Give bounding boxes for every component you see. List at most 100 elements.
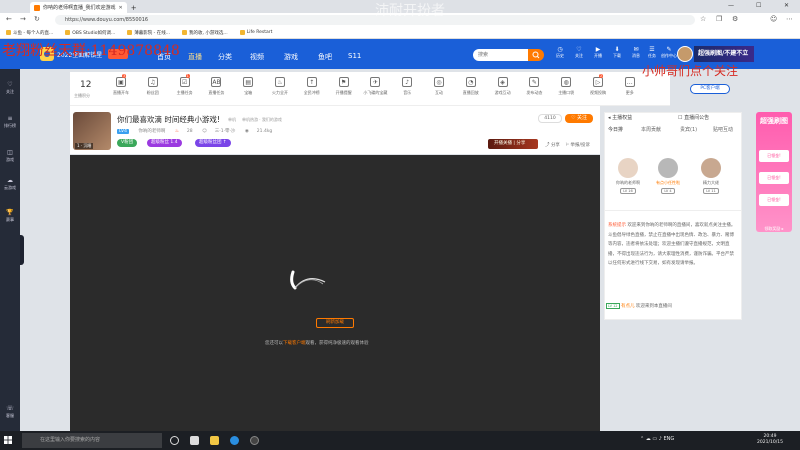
close-tab-icon[interactable]: ✕ (119, 5, 123, 11)
obs-icon[interactable] (250, 436, 259, 445)
sidebar-item-service[interactable]: ☏ 客服 (0, 405, 20, 419)
rank-item[interactable]: 精力大佬 LV 11 (697, 158, 725, 194)
sidebar-item-events[interactable]: 🏆 赛事 (0, 209, 20, 223)
profile-icon[interactable]: ☺ (770, 15, 777, 23)
browser-tab-title: 你呐的老师啊直播_我们欢迎游戏 (43, 5, 116, 11)
header-banner[interactable]: 超强刷图/不建不立 (694, 46, 754, 62)
browser-tab-active[interactable]: 你呐的老师啊直播_我们欢迎游戏 ✕ (30, 2, 127, 13)
pc-client-button[interactable]: PC客户端 (690, 84, 730, 94)
bookmark-item[interactable]: 薄暮影院 - 在线... (127, 30, 170, 36)
report-link[interactable]: ⚐ 举报/投诉 (565, 142, 590, 148)
new-tab-button[interactable]: + (127, 2, 141, 13)
favorites-icon[interactable]: ☆ (700, 15, 706, 23)
room-subcategory[interactable]: 单机热游 · 我们的游戏 (242, 117, 282, 123)
sidebar-collapse-handle[interactable] (20, 235, 24, 265)
follow-button[interactable]: ♡ 关注 (565, 114, 593, 123)
video-player[interactable] (70, 155, 600, 431)
nav-video[interactable]: 视频 (250, 52, 264, 62)
heat-value: 28 (186, 129, 193, 134)
promo-claim-box[interactable]: 已领金! (759, 150, 789, 162)
nav-category[interactable]: 分类 (218, 52, 232, 62)
fire-icon: ♨ (174, 129, 179, 134)
host-benefits-tab[interactable]: ◂ 主播权益 (608, 114, 632, 121)
collections-icon[interactable]: ❐ (716, 15, 722, 23)
tab-today[interactable]: 今日排 (608, 126, 623, 133)
toolbar-item[interactable]: ↑ 全民冲榜 (299, 77, 325, 96)
toolbar-item[interactable]: ✈ 小飞碟的宝藏 (362, 77, 388, 96)
share-link[interactable]: ⤴ 分享 (545, 142, 560, 148)
sidebar-item-ranking[interactable]: ≡ 排行榜 (0, 115, 20, 129)
history-button[interactable]: ◷ 历史 (553, 46, 567, 59)
toolbar-item[interactable]: ✎ 发布动态 (521, 77, 547, 96)
follow-list-button[interactable]: ♡ 关注 (572, 46, 586, 59)
fan-badge-pill[interactable]: V粉团 (117, 139, 138, 147)
bookmark-item[interactable]: OBS Studio如何调... (65, 30, 115, 36)
app-icon[interactable] (190, 436, 199, 445)
tab-vip[interactable]: 贵宾(1) (680, 126, 697, 133)
bookmark-item[interactable]: 斗鱼 - 每个人的直... (6, 30, 53, 36)
toolbar-item[interactable]: ♪ 音乐 (394, 77, 420, 96)
windows-start-icon[interactable] (4, 436, 12, 444)
sidebar-item-follow[interactable]: ♡ 关注 (0, 81, 20, 95)
nav-live[interactable]: 直播 (188, 52, 202, 62)
super-fan-pill[interactable]: 超级粉丝 1.4 (147, 139, 182, 147)
bookmark-item[interactable]: Life Restart (239, 30, 272, 35)
toolbar-item[interactable]: ▤ 宝箱 (235, 77, 261, 96)
refresh-button[interactable]: 刷新加载 (316, 318, 354, 328)
download-client-link[interactable]: 下载客户端 (283, 341, 306, 346)
super-fan-group-pill[interactable]: 超级粉丝团 ↑ (195, 139, 231, 147)
search-button[interactable] (528, 49, 544, 61)
toolbar-item-label: 开播提醒 (335, 90, 352, 95)
toolbar-item[interactable]: ▣ 3 直播开车 (108, 74, 134, 96)
toolbar-item[interactable]: ♨ 火力全开 (267, 77, 293, 96)
promo-claim-box[interactable]: 已领金! (759, 194, 789, 206)
nav-fishbar[interactable]: 鱼吧 (318, 52, 332, 62)
toolbar-item[interactable]: AB 直播任务 (203, 77, 229, 96)
menu-icon[interactable]: ⋯ (786, 15, 793, 23)
tab-week[interactable]: 本周贡献 (641, 126, 661, 133)
taskbar-clock[interactable]: 20:49 2021/10/15 (757, 434, 783, 446)
file-explorer-icon[interactable] (210, 436, 219, 445)
toolbar-item[interactable]: ♫ 粉丝团 (140, 77, 166, 96)
promo-claim-box[interactable]: 已领金! (759, 172, 789, 184)
message-button[interactable]: ✉ 消息 (629, 46, 643, 59)
tab-forum[interactable]: 贴吧互动 (713, 126, 733, 133)
taskbar-search-input[interactable]: 在这里输入你要搜索的内容 (22, 433, 162, 448)
extensions-icon[interactable]: ⚙ (732, 15, 738, 23)
rank-item[interactable]: 有点小任性啦 LV 4 (654, 158, 682, 194)
promo-footer[interactable]: 领取奖励 ▸ (757, 226, 791, 232)
toolbar-item[interactable]: ▷ 2 视频投稿 (585, 74, 611, 96)
task-view-icon[interactable] (170, 436, 179, 445)
announcement-tab[interactable]: ☐ 直播间公告 (678, 114, 709, 121)
game-icon: ◫ (7, 149, 13, 156)
room-category[interactable]: 单机 (228, 117, 236, 123)
reload-icon[interactable]: ↻ (34, 15, 40, 23)
live-event-button[interactable]: 开播关播 | 分享 (488, 139, 538, 149)
download-button[interactable]: ⬇ 下载 (610, 46, 624, 59)
maximize-icon[interactable]: ☐ (756, 2, 761, 9)
minimize-icon[interactable]: — (728, 2, 734, 9)
nav-game[interactable]: 游戏 (284, 52, 298, 62)
sidebar-item-game[interactable]: ◫ 游戏 (0, 149, 20, 163)
nav-s11[interactable]: S11 (348, 52, 361, 60)
toolbar-item[interactable]: ◔ 直播回放 (458, 77, 484, 96)
back-icon[interactable]: ← (6, 15, 12, 23)
rank-item[interactable]: 你呐的老师啊 LV 16 (614, 158, 642, 194)
bookmark-item[interactable]: 我的收, 小游戏选... (182, 30, 228, 36)
toolbar-item[interactable]: ◎ 互动 (426, 77, 452, 96)
streamer-name[interactable]: 你呐的老师啊 (138, 129, 165, 134)
start-live-button[interactable]: ▶ 开播 (591, 46, 605, 59)
toolbar-item[interactable]: … 更多 (617, 77, 643, 96)
edge-browser-icon[interactable] (230, 436, 239, 445)
close-window-icon[interactable]: ✕ (784, 2, 789, 9)
toolbar-item[interactable]: ◍ 主播口袋 (553, 77, 579, 96)
toolbar-item[interactable]: ⚑ 开播提醒 (331, 77, 357, 96)
forward-icon[interactable]: → (20, 15, 26, 23)
task-button[interactable]: ☰ 任务 (645, 46, 659, 59)
toolbar-item[interactable]: ☑ 1 主播任务 (172, 74, 198, 96)
creator-center-button[interactable]: ✎ 创作中心 (661, 46, 677, 59)
toolbar-item[interactable]: ◈ 游戏互动 (490, 77, 516, 96)
system-tray[interactable]: ⌃ ☁ ▭ ♪ ENG (640, 436, 674, 442)
user-avatar[interactable] (677, 46, 693, 62)
sidebar-item-cloud-game[interactable]: ☁ 云游戏 (0, 177, 20, 191)
